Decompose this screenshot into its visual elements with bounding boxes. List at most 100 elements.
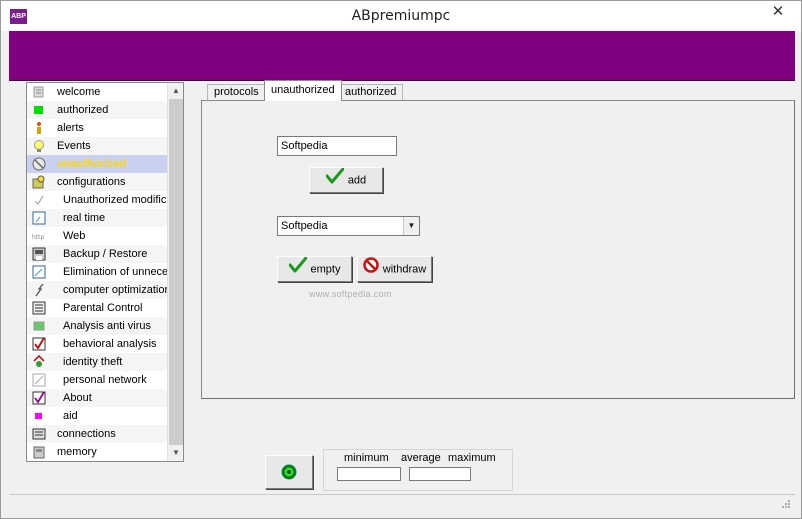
- sidebar-item[interactable]: memory: [27, 443, 168, 461]
- sidebar-item-label: aid: [63, 410, 78, 422]
- sidebar-item-label: welcome: [57, 86, 101, 98]
- http-icon: http: [32, 229, 46, 243]
- tree-list: welcome authorized alerts Events unauthorize…: [27, 83, 168, 461]
- scroll-thumb[interactable]: [169, 99, 183, 445]
- window-title: ABpremiumpc: [351, 8, 451, 24]
- scroll-down-arrow-icon[interactable]: ▼: [168, 445, 183, 461]
- program-name-input[interactable]: Softpedia: [277, 136, 397, 156]
- sidebar-item[interactable]: unauthorized: [27, 155, 168, 173]
- clock-icon: [32, 211, 46, 225]
- magenta-square-icon: [32, 409, 46, 423]
- status-bar: [9, 494, 795, 512]
- green-target-icon: [281, 464, 297, 480]
- add-button-label: add: [347, 174, 367, 187]
- red-check-icon: [32, 337, 46, 351]
- sidebar-item-label: memory: [57, 446, 97, 458]
- program-select-value: Softpedia: [281, 220, 328, 232]
- tab-unauthorized[interactable]: unauthorized: [264, 80, 342, 101]
- sidebar-item-label: identity theft: [63, 356, 123, 368]
- sidebar-item[interactable]: authorized: [27, 101, 168, 119]
- svg-text:http: http: [32, 234, 45, 241]
- softpedia-watermark: www.softpedia.com: [309, 289, 392, 299]
- sidebar-item-label: Parental Control: [63, 302, 143, 314]
- empty-button-label: empty: [310, 263, 341, 276]
- memory-icon: [32, 445, 46, 459]
- sidebar-item[interactable]: configurations: [27, 173, 168, 191]
- about-check-icon: [32, 391, 46, 405]
- close-button[interactable]: ✕: [755, 1, 801, 23]
- sidebar-item-label: unauthorized: [57, 158, 127, 170]
- connections-icon: [32, 427, 46, 441]
- alert-person-icon: [32, 121, 46, 135]
- header-banner: [9, 31, 795, 81]
- sidebar-item-label: real time: [63, 212, 106, 224]
- scroll-up-arrow-icon[interactable]: ▲: [168, 83, 183, 99]
- average-value-field: [409, 467, 471, 481]
- green-check-icon: [288, 256, 308, 282]
- identity-icon: [32, 354, 46, 369]
- withdraw-button-label: withdraw: [382, 263, 427, 276]
- backup-icon: [32, 247, 46, 261]
- sidebar-item[interactable]: http Web: [27, 227, 168, 245]
- antivirus-icon: [32, 319, 46, 333]
- sidebar-item-label: behavioral analysis: [63, 338, 157, 350]
- sidebar-item[interactable]: Unauthorized modifications: [27, 191, 168, 209]
- sidebar-item-label: Unauthorized modifications: [63, 194, 168, 206]
- sidebar-item-label: authorized: [57, 104, 109, 116]
- sidebar-item[interactable]: computer optimization: [27, 281, 168, 299]
- sidebar-item[interactable]: personal network: [27, 371, 168, 389]
- network-icon: [32, 373, 46, 387]
- minimum-label: minimum: [344, 452, 389, 464]
- sidebar-item[interactable]: alerts: [27, 119, 168, 137]
- sidebar-item-label: Elimination of unnecessary: [63, 266, 168, 278]
- sidebar-item-label: About: [63, 392, 92, 404]
- status-round-button[interactable]: [265, 455, 313, 489]
- page-icon: [32, 85, 46, 99]
- list-icon: [32, 301, 46, 315]
- sidebar-item[interactable]: Backup / Restore: [27, 245, 168, 263]
- title-bar[interactable]: ABP ABpremiumpc ✕: [1, 1, 801, 31]
- average-label: average: [401, 452, 441, 464]
- blocked-icon: [32, 157, 46, 171]
- sidebar-item-label: Backup / Restore: [63, 248, 148, 260]
- sidebar-item-label: Analysis anti virus: [63, 320, 152, 332]
- navigation-tree[interactable]: welcome authorized alerts Events unauthorize…: [26, 82, 184, 462]
- sidebar-item-label: connections: [57, 428, 116, 440]
- tab-protocols[interactable]: protocols: [207, 84, 266, 101]
- tab-authorized[interactable]: authorized: [338, 84, 404, 101]
- sidebar-item-label: Web: [63, 230, 86, 242]
- sidebar-item-label: configurations: [57, 176, 126, 188]
- sidebar-item[interactable]: Analysis anti virus: [27, 317, 168, 335]
- sidebar-item-label: computer optimization: [63, 284, 168, 296]
- sidebar-item[interactable]: identity theft: [27, 353, 168, 371]
- sidebar-item-label: alerts: [57, 122, 84, 134]
- main-window: ABP ABpremiumpc ✕ welcome authorized alert…: [0, 0, 802, 519]
- sidebar-item-label: personal network: [63, 374, 147, 386]
- sidebar-item[interactable]: About: [27, 389, 168, 407]
- chevron-down-icon[interactable]: ▼: [403, 217, 419, 235]
- sidebar-item[interactable]: Parental Control: [27, 299, 168, 317]
- sidebar-item[interactable]: real time: [27, 209, 168, 227]
- sidebar-item[interactable]: welcome: [27, 83, 168, 101]
- sidebar-item[interactable]: Events: [27, 137, 168, 155]
- sidebar-item[interactable]: Elimination of unnecessary: [27, 263, 168, 281]
- sidebar-item[interactable]: connections: [27, 425, 168, 443]
- program-select[interactable]: Softpedia ▼: [277, 216, 420, 236]
- check-icon: [32, 193, 46, 207]
- add-button[interactable]: add: [309, 167, 383, 193]
- empty-button[interactable]: empty: [277, 256, 352, 282]
- withdraw-button[interactable]: withdraw: [357, 256, 432, 282]
- metrics-group: minimum average maximum: [323, 449, 513, 491]
- sidebar-item[interactable]: behavioral analysis: [27, 335, 168, 353]
- tree-scrollbar[interactable]: ▲ ▼: [167, 83, 183, 461]
- resize-grip-icon[interactable]: [781, 499, 791, 509]
- minimum-value-field: [337, 467, 401, 481]
- optimize-icon: [32, 283, 46, 297]
- green-check-icon: [325, 167, 345, 193]
- sidebar-item-label: Events: [57, 140, 91, 152]
- lightbulb-icon: [32, 139, 46, 153]
- config-icon: [32, 175, 46, 189]
- green-square-icon: [32, 103, 46, 117]
- maximum-label: maximum: [448, 452, 496, 464]
- sidebar-item[interactable]: aid: [27, 407, 168, 425]
